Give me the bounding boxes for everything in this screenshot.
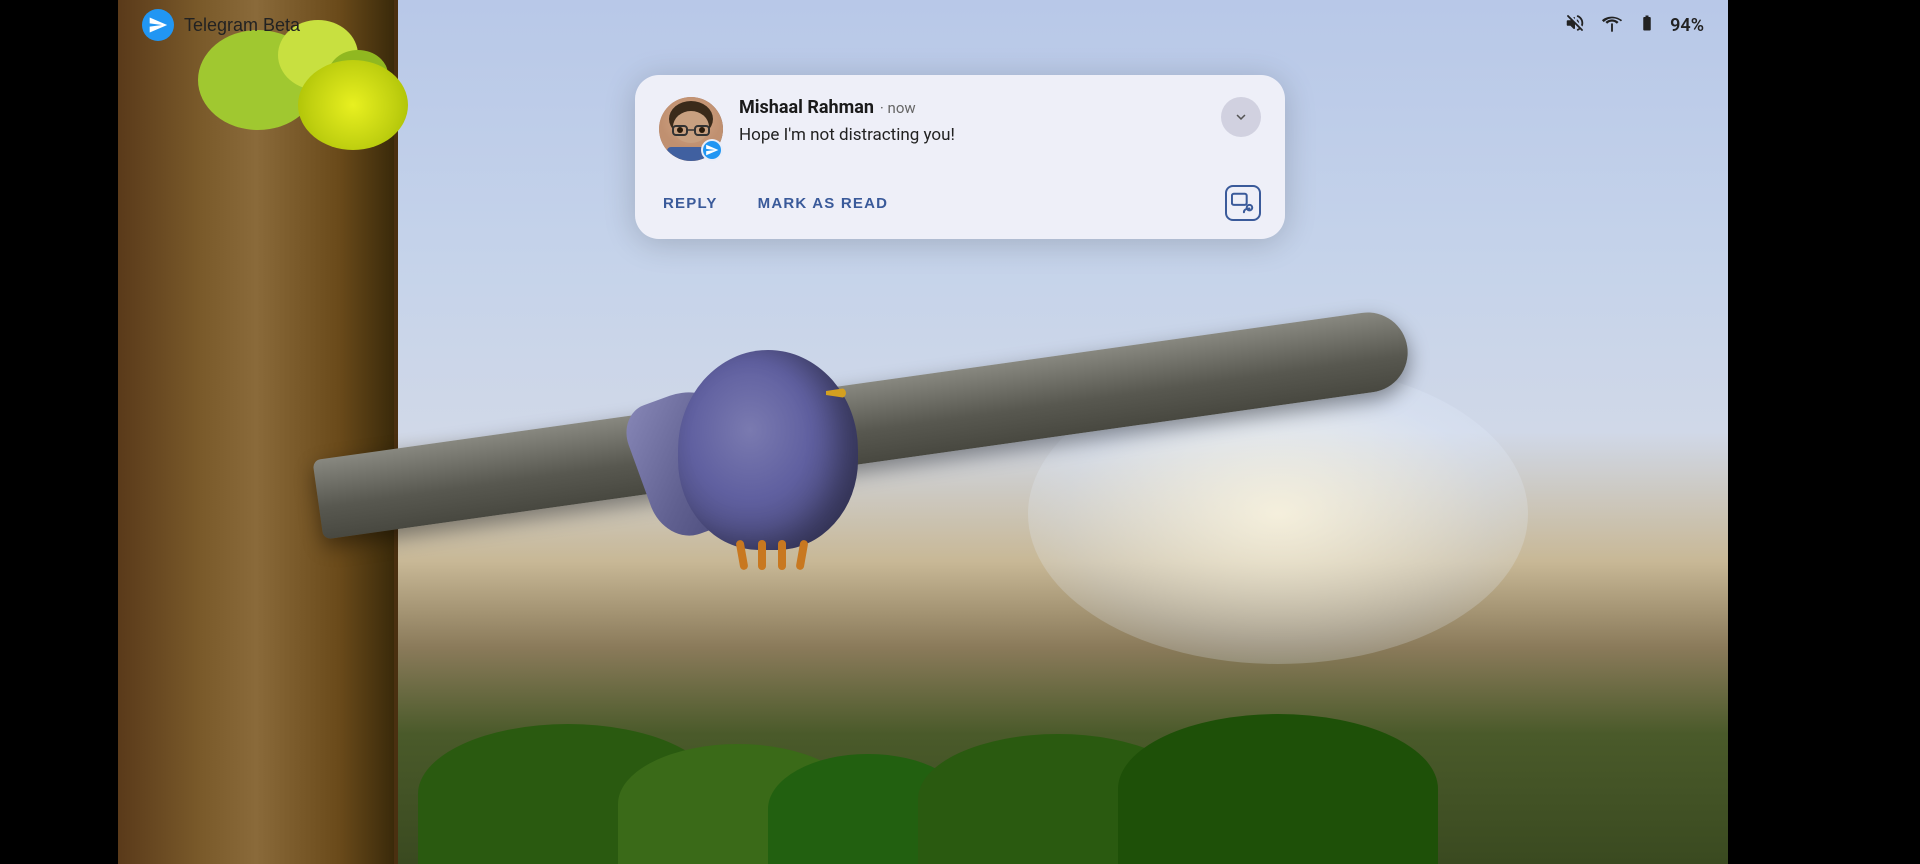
bush	[1118, 714, 1438, 864]
battery-icon	[1638, 12, 1656, 39]
avatar-container	[659, 97, 723, 161]
bird-foot	[735, 540, 748, 571]
notification-content: Mishaal Rahman · now Hope I'm not distra…	[739, 97, 1205, 148]
telegram-icon	[142, 9, 174, 41]
collapse-button[interactable]	[1221, 97, 1261, 137]
notification-card: Mishaal Rahman · now Hope I'm not distra…	[635, 75, 1285, 239]
notification-sender: Mishaal Rahman	[739, 97, 874, 118]
telegram-badge	[701, 139, 723, 161]
notification-time: · now	[880, 99, 916, 117]
notification-header: Mishaal Rahman · now Hope I'm not distra…	[659, 97, 1261, 161]
bird	[638, 310, 898, 590]
app-name-label: Telegram Beta	[184, 15, 300, 36]
bird-feet	[718, 530, 818, 570]
yellow-blob	[298, 60, 408, 150]
notification-message: Hope I'm not distracting you!	[739, 124, 1205, 148]
bird-foot	[795, 540, 808, 571]
bird-foot	[758, 540, 766, 570]
wifi-icon	[1600, 12, 1624, 39]
status-bar-right: 94%	[1564, 12, 1704, 39]
left-sidebar	[0, 0, 118, 864]
status-bar-left: Telegram Beta	[142, 9, 300, 41]
mute-icon	[1564, 12, 1586, 39]
bird-head	[758, 360, 838, 435]
notification-title-row: Mishaal Rahman · now	[739, 97, 1205, 118]
inline-reply-button[interactable]	[1225, 185, 1261, 221]
bushes	[118, 704, 1728, 864]
status-bar: Telegram Beta 94%	[118, 0, 1728, 50]
reply-button[interactable]: REPLY	[659, 187, 738, 220]
notification-actions: REPLY MARK AS READ	[659, 181, 1261, 221]
bird-foot	[778, 540, 786, 570]
bird-body	[678, 350, 858, 550]
right-sidebar	[1728, 0, 1920, 864]
mark-as-read-button[interactable]: MARK AS READ	[738, 187, 909, 220]
battery-percentage: 94%	[1670, 15, 1704, 36]
